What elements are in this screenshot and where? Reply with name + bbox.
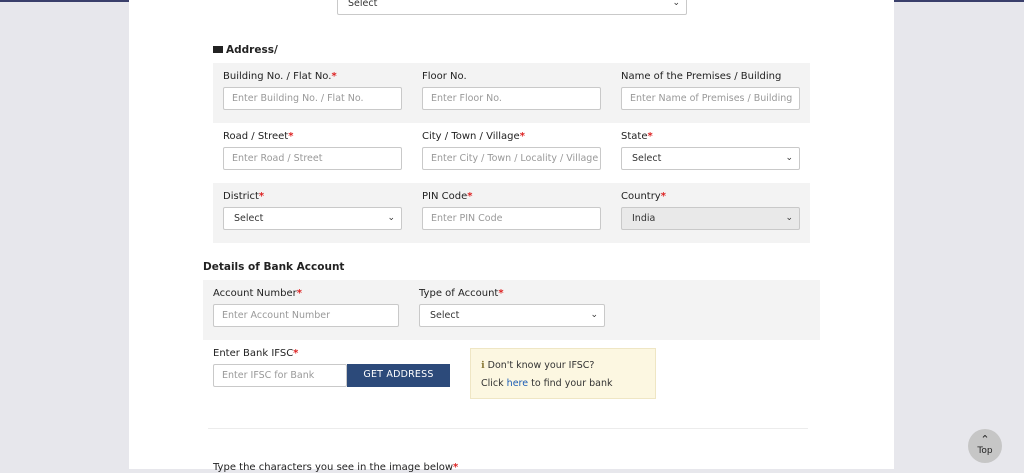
district-select[interactable]: Select ⌄ (223, 207, 402, 230)
chevron-down-icon: ⌄ (590, 310, 598, 320)
address-section-title: Address/ (213, 44, 278, 56)
state-label-text: State (621, 131, 648, 142)
section-divider (208, 428, 808, 429)
ifsc-label-text: Enter Bank IFSC (213, 348, 294, 359)
account-type-label-text: Type of Account (419, 288, 499, 299)
road-label-text: Road / Street (223, 131, 289, 142)
district-label: District* (223, 191, 264, 202)
premises-input[interactable]: Enter Name of Premises / Building (621, 87, 800, 110)
ifsc-help-line1: ℹ Don't know your IFSC? (481, 357, 645, 375)
pin-label-text: PIN Code (422, 191, 468, 202)
chevron-down-icon: ⌄ (785, 213, 793, 223)
ifsc-help-box: ℹ Don't know your IFSC? Click here to fi… (470, 348, 656, 399)
required-mark: * (293, 348, 299, 359)
city-label: City / Town / Village* (422, 131, 525, 142)
top-select[interactable]: Select ⌄ (337, 0, 687, 15)
required-mark: * (467, 191, 473, 202)
country-label: Country* (621, 191, 666, 202)
ifsc-help-line2: Click here to find your bank (481, 375, 645, 393)
account-type-select[interactable]: Select ⌄ (419, 304, 605, 327)
chevron-down-icon: ⌄ (387, 213, 395, 223)
ifsc-help-here-link[interactable]: here (507, 378, 528, 389)
ifsc-help-question: Don't know your IFSC? (487, 360, 595, 371)
premises-label: Name of the Premises / Building (621, 71, 782, 82)
building-no-label-text: Building No. / Flat No. (223, 71, 332, 82)
scroll-top-button[interactable]: ⌃ Top (968, 429, 1002, 463)
required-mark: * (258, 191, 265, 202)
chevron-up-icon: ⌃ (980, 433, 990, 446)
floor-no-label: Floor No. (422, 71, 467, 82)
pin-label: PIN Code* (422, 191, 472, 202)
get-address-button[interactable]: GET ADDRESS (347, 364, 450, 387)
captcha-label-text: Type the characters you see in the image… (213, 462, 454, 473)
account-number-label-text: Account Number (213, 288, 297, 299)
required-mark: * (647, 131, 653, 142)
country-label-text: Country (621, 191, 661, 202)
bank-section-title: Details of Bank Account (203, 261, 345, 273)
district-label-text: District (223, 191, 259, 202)
country-select[interactable]: India ⌄ (621, 207, 800, 230)
account-number-label: Account Number* (213, 288, 302, 299)
info-icon: ℹ (481, 360, 485, 371)
road-label: Road / Street* (223, 131, 293, 142)
ifsc-input[interactable]: Enter IFSC for Bank (213, 364, 347, 387)
required-mark: * (660, 191, 666, 202)
road-input[interactable]: Enter Road / Street (223, 147, 402, 170)
account-type-select-value: Select (430, 310, 460, 321)
state-select[interactable]: Select ⌄ (621, 147, 800, 170)
required-mark: * (296, 288, 302, 299)
building-no-input[interactable]: Enter Building No. / Flat No. (223, 87, 402, 110)
required-mark: * (519, 131, 525, 142)
state-select-value: Select (632, 153, 662, 164)
address-title-text: Address/ (226, 44, 278, 56)
required-mark: * (453, 462, 459, 473)
chevron-down-icon: ⌄ (672, 0, 680, 8)
envelope-icon (213, 46, 223, 53)
top-select-value: Select (348, 0, 378, 9)
country-select-value: India (632, 213, 656, 224)
city-label-text: City / Town / Village (422, 131, 520, 142)
pin-input[interactable]: Enter PIN Code (422, 207, 601, 230)
required-mark: * (288, 131, 294, 142)
building-no-label: Building No. / Flat No.* (223, 71, 337, 82)
district-select-value: Select (234, 213, 264, 224)
city-input[interactable]: Enter City / Town / Locality / Village (422, 147, 601, 170)
account-number-input[interactable]: Enter Account Number (213, 304, 399, 327)
ifsc-help-click-text: Click (481, 378, 504, 389)
ifsc-help-rest-text: to find your bank (531, 378, 613, 389)
chevron-down-icon: ⌄ (785, 153, 793, 163)
required-mark: * (331, 71, 337, 82)
ifsc-label: Enter Bank IFSC* (213, 348, 298, 359)
scroll-top-label: Top (977, 446, 993, 456)
captcha-label: Type the characters you see in the image… (213, 462, 458, 473)
required-mark: * (498, 288, 504, 299)
state-label: State* (621, 131, 653, 142)
floor-no-input[interactable]: Enter Floor No. (422, 87, 601, 110)
account-type-label: Type of Account* (419, 288, 504, 299)
